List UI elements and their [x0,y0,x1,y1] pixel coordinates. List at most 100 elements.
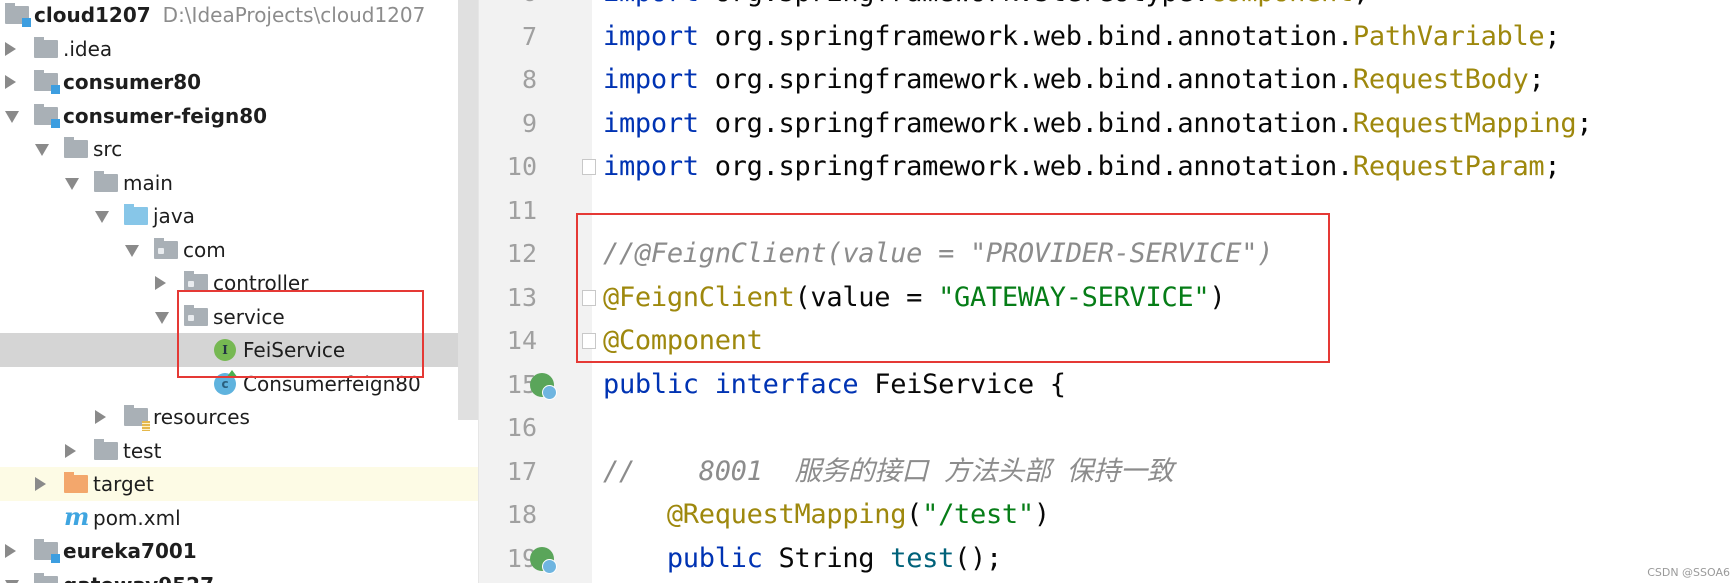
line-number: 16 [506,413,537,442]
tree-item-label: gateway9527 [63,573,214,583]
code-token-kw: import [603,151,715,182]
code-line: import org.springframework.web.bind.anno… [603,20,1561,54]
code-line: public interface FeiService { [603,368,1066,402]
code-line: import org.springframework.web.bind.anno… [603,63,1545,97]
line-number: 8 [521,65,537,94]
code-token-txt: (); [954,542,1002,574]
chevron-down-icon[interactable] [95,211,109,223]
code-token-ann: @RequestMapping [666,499,907,530]
chevron-right-icon[interactable] [155,276,166,290]
tree-item-label: target [93,472,154,496]
code-highlight-box [576,213,1330,363]
line-number: 11 [506,195,537,225]
line-number: 12 [506,239,537,268]
folder-icon [94,170,118,192]
package-icon [154,237,178,259]
tree-item-text: consumer-feign80 [63,102,267,130]
chevron-down-icon[interactable] [155,311,169,324]
chevron-right-icon[interactable] [5,41,16,56]
tree-item-main[interactable]: main [0,166,458,200]
tree-item-java[interactable]: java [0,199,458,233]
code-token-txt: ( [906,499,923,530]
resources-folder-icon [124,405,150,431]
tree-item-label: src [93,137,123,161]
tree-item-pom-xml[interactable]: m pom.xml [0,501,458,535]
tree-item-cloud1207[interactable]: cloud1207 D:\IdeaProjects\cloud1207 [0,0,458,32]
chevron-down-icon[interactable] [125,244,139,257]
tree-item-text: main [123,169,173,197]
code-token-txt: org.springframework.web.bind.annotation. [714,107,1354,139]
code-token-kw: import [603,0,715,8]
code-token-kw: import [603,64,715,95]
source-folder-icon [124,204,148,225]
spring-web-icon[interactable] [530,546,557,574]
code-token-typ: RequestParam [1352,151,1545,182]
code-token-kw: public [603,368,715,400]
code-token-txt: ; [1544,151,1561,182]
chevron-right-icon[interactable] [5,75,16,89]
code-token-txt: org.springframework.web.bind.annotation. [714,151,1354,182]
chevron-down-icon[interactable] [65,177,79,190]
chevron-right-icon[interactable] [5,544,16,558]
chevron-down-icon[interactable] [5,110,19,123]
tree-item-test[interactable]: test [0,434,458,468]
spring-bean-icon[interactable] [530,372,557,400]
code-token-txt: org.springframework.web.bind.annotation. [714,64,1354,95]
code-line: import org.springframework.stereotype.Co… [603,0,1369,10]
code-token-cmt: // 8001 服务的接口 方法头部 保持一致 [603,455,1174,487]
tree-item-src[interactable]: src [0,132,458,166]
code-line: public String test(); [603,542,1002,576]
fold-marker-icon[interactable] [582,333,596,349]
tree-item-text: java [153,202,195,230]
code-token-txt: String [778,542,891,574]
code-token-txt: ; [1544,20,1561,52]
chevron-down-icon[interactable] [5,579,19,583]
code-line: @RequestMapping("/test") [603,498,1050,532]
module-folder-icon [34,70,60,94]
folder-icon [64,137,88,158]
tree-item-consumer80[interactable]: consumer80 [0,65,458,99]
tree-item-label: .idea [63,36,113,61]
project-tree-scrollbar[interactable] [458,0,478,420]
tree-item-gateway9527[interactable]: gateway9527 [0,568,458,583]
fold-marker-icon[interactable] [582,289,596,306]
code-token-typ: RequestBody [1352,64,1529,95]
tree-item-text: test [123,437,161,465]
line-number: 7 [521,21,537,51]
tree-item-resources[interactable]: resources [0,400,458,434]
tree-item-idea[interactable]: .idea [0,32,458,66]
tree-highlight-box [177,290,424,378]
tree-item-label: resources [153,405,250,429]
tree-item-com[interactable]: com [0,233,458,267]
fold-marker-icon[interactable] [582,159,596,175]
chevron-right-icon[interactable] [65,443,76,458]
code-token-txt: ; [1576,107,1593,139]
code-token-typ: Component [1209,0,1353,8]
code-token-txt: ; [1353,0,1369,8]
tree-item-label: test [123,438,162,463]
tree-item-label: eureka7001 [63,539,197,563]
code-token-txt: FeiService { [874,368,1066,400]
tree-item-label: consumer-feign80 [63,103,268,128]
code-token-typ: PathVariable [1352,20,1545,52]
code-token-txt: ; [1528,64,1545,95]
code-token-kw: interface [714,368,875,400]
tree-item-consumer-feign80[interactable]: consumer-feign80 [0,99,458,133]
code-token-fn: test [890,542,955,574]
chevron-right-icon[interactable] [95,410,106,424]
line-number: 10 [506,152,537,181]
tree-item-label: com [183,237,226,262]
project-path: D:\IdeaProjects\cloud1207 [162,3,426,27]
chevron-right-icon[interactable] [35,477,46,491]
code-token-txt: org.springframework.web.bind.annotation. [714,20,1354,52]
tree-item-eureka7001[interactable]: eureka7001 [0,534,458,568]
line-number: 6 [487,0,537,7]
code-token-txt: org.springframework.stereotype. [715,0,1210,8]
tree-item-text: eureka7001 [63,537,197,565]
tree-item-target[interactable]: target [0,467,478,501]
tree-item-label: consumer80 [63,70,202,94]
chevron-down-icon[interactable] [35,144,49,156]
tree-item-text: src [93,135,122,163]
maven-icon: m [64,501,90,531]
